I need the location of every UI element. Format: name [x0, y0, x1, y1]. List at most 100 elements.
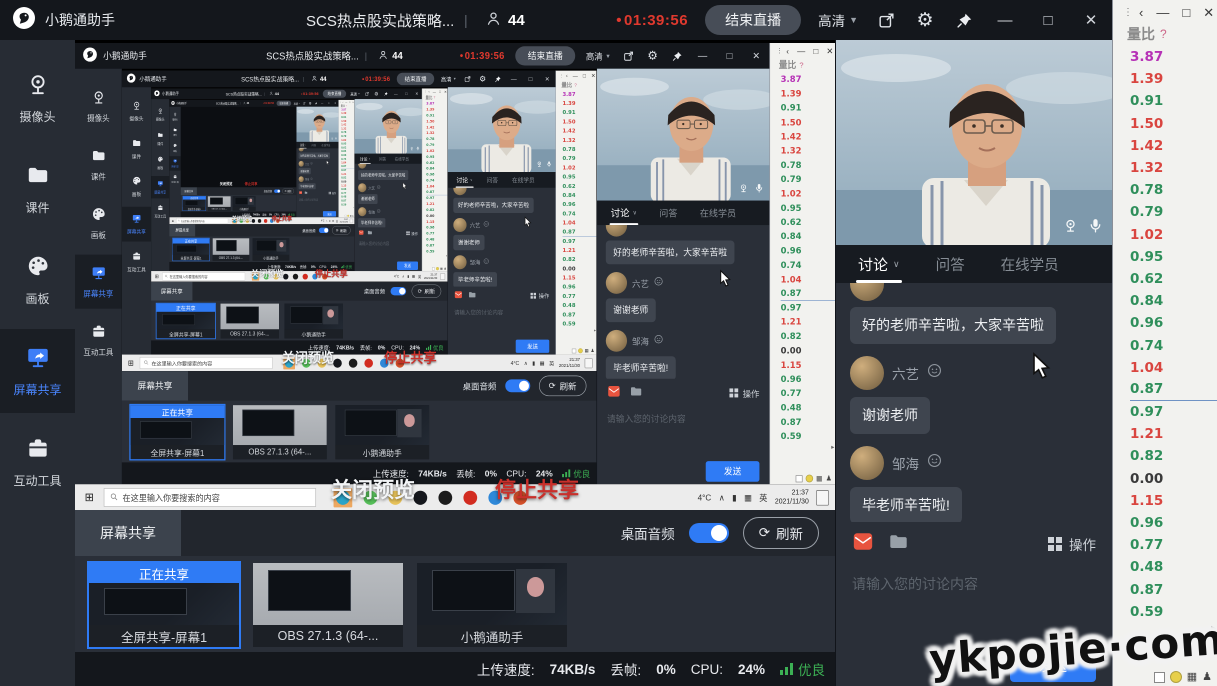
stock-row[interactable]: 0.96	[563, 282, 597, 291]
stock-minimize-button[interactable]: —	[433, 90, 436, 94]
help-icon[interactable]: ?	[434, 96, 436, 100]
folder-icon[interactable]	[888, 532, 909, 556]
stock-row[interactable]: 0.96	[1130, 312, 1217, 334]
maximize-button[interactable]: □	[403, 90, 409, 97]
quality-selector[interactable]: 高清 ▼	[818, 10, 858, 30]
sidebar-item-screen-share[interactable]: 屏幕共享	[75, 254, 122, 309]
camera-icon[interactable]	[410, 146, 414, 152]
close-button[interactable]: ✕	[414, 90, 420, 97]
stock-row[interactable]: 1.50	[563, 117, 597, 126]
stock-row[interactable]: 1.02	[563, 163, 597, 172]
share-icon[interactable]	[302, 101, 306, 105]
maximize-button[interactable]: □	[327, 101, 331, 105]
share-thumbnail-assistant[interactable]: 小鹅通助手	[284, 303, 343, 339]
tab-discussion[interactable]: 讨论 ∨	[858, 254, 900, 275]
stock-row[interactable]: 0.87	[781, 415, 835, 429]
stock-minimize-button[interactable]: —	[573, 73, 578, 79]
tab-screen-share[interactable]: 屏幕共享	[75, 510, 181, 556]
stock-row[interactable]: 1.32	[1130, 157, 1217, 179]
stock-maximize-button[interactable]: □	[439, 90, 441, 94]
tab-discussion[interactable]: 讨论 ∨	[300, 143, 306, 147]
stock-maximize-button[interactable]: □	[813, 46, 818, 56]
sidebar-item-whiteboard[interactable]: 画板	[122, 169, 151, 204]
end-live-button[interactable]: 结束直播	[396, 72, 435, 86]
pin-icon[interactable]	[383, 91, 388, 97]
stock-row[interactable]: 0.77	[781, 387, 835, 401]
quality-selector[interactable]: 高清 ▼	[294, 102, 300, 105]
stock-row[interactable]: 0.78	[1130, 179, 1217, 201]
folder-icon[interactable]	[630, 385, 643, 400]
refresh-button[interactable]: ⟳ 刷新	[282, 188, 294, 194]
stock-row[interactable]: 1.39	[1130, 68, 1217, 90]
share-thumbnail-obs[interactable]: OBS 27.1.3 (64-...	[220, 303, 279, 339]
settings-gear-icon[interactable]: ⚙	[914, 9, 936, 31]
stock-row[interactable]: 1.15	[781, 358, 835, 372]
stock-row[interactable]: 1.21	[781, 315, 835, 329]
stock-row[interactable]: 0.96	[781, 372, 835, 386]
stock-row[interactable]: 1.42	[781, 130, 835, 144]
stock-row[interactable]: 3.87	[781, 73, 835, 87]
sidebar-item-courseware[interactable]: 课件	[169, 125, 180, 139]
share-thumbnail-assistant[interactable]: 小鹅通助手	[252, 238, 290, 261]
scroll-arrow-icon[interactable]: ▸	[831, 444, 834, 451]
stock-row[interactable]: 0.77	[1130, 534, 1217, 556]
desktop-audio-toggle[interactable]	[274, 189, 281, 193]
share-icon[interactable]	[463, 74, 472, 83]
coin-icon[interactable]	[1169, 671, 1182, 683]
minimize-button[interactable]: —	[694, 48, 710, 65]
sidebar-item-tools[interactable]: 互动工具	[75, 313, 122, 367]
desktop-audio-toggle[interactable]	[505, 379, 531, 393]
pin-icon[interactable]	[493, 74, 502, 83]
stock-row[interactable]: 0.84	[781, 230, 835, 244]
sidebar-item-camera[interactable]: 摄像头	[169, 109, 180, 123]
stock-maximize-button[interactable]: □	[583, 73, 586, 79]
settings-gear-icon[interactable]: ⚙	[374, 91, 379, 97]
sidebar-item-screen-share[interactable]: 屏幕共享	[169, 156, 181, 171]
stock-row[interactable]: 0.82	[781, 329, 835, 343]
stock-row[interactable]: 0.82	[1130, 445, 1217, 467]
sidebar-item-courseware[interactable]: 课件	[0, 147, 75, 231]
minimize-button[interactable]: —	[393, 90, 399, 97]
stock-row[interactable]: 0.95	[781, 201, 835, 215]
back-icon[interactable]: ‹	[343, 101, 344, 104]
stock-row[interactable]: 0.79	[1130, 201, 1217, 223]
actions-button[interactable]: 操作	[729, 386, 759, 399]
stock-maximize-button[interactable]: □	[349, 101, 350, 104]
smiley-icon[interactable]	[310, 177, 313, 180]
settings-gear-icon[interactable]: ⚙	[646, 49, 660, 63]
sidebar-item-camera[interactable]: 摄像头	[75, 79, 122, 133]
end-live-button[interactable]: 结束直播	[705, 5, 802, 35]
stock-row[interactable]: 0.97	[1130, 401, 1217, 423]
stock-row[interactable]: 1.42	[1130, 135, 1217, 157]
minimize-button[interactable]: —	[509, 74, 519, 85]
stock-row[interactable]: 0.74	[1130, 334, 1217, 356]
end-live-button[interactable]: 结束直播	[276, 100, 292, 106]
share-icon[interactable]	[364, 91, 369, 97]
tab-discussion[interactable]: 讨论 ∨	[360, 156, 370, 162]
stock-row[interactable]: 0.74	[563, 209, 597, 218]
stock-row[interactable]: 1.39	[781, 87, 835, 101]
tab-screen-share[interactable]: 屏幕共享	[151, 281, 193, 301]
quality-selector[interactable]: 高清 ▼	[586, 49, 611, 62]
camera-icon[interactable]	[1062, 217, 1079, 239]
maximize-button[interactable]: □	[721, 48, 737, 65]
pin-icon[interactable]	[953, 9, 975, 31]
tab-qa[interactable]: 问答	[936, 254, 965, 275]
tab-screen-share[interactable]: 屏幕共享	[169, 224, 196, 237]
sidebar-item-whiteboard[interactable]: 画板	[151, 152, 169, 174]
folder-icon[interactable]	[367, 230, 372, 236]
tab-online-students[interactable]: 在线学员	[395, 156, 409, 162]
stock-minimize-button[interactable]: —	[797, 46, 805, 56]
smiley-icon[interactable]	[377, 185, 381, 190]
stock-row[interactable]: 0.00	[781, 344, 835, 358]
folder-icon[interactable]	[304, 191, 308, 195]
help-icon[interactable]: ?	[346, 105, 347, 107]
tab-discussion[interactable]: 讨论 ∨	[611, 206, 637, 220]
help-icon[interactable]: ?	[799, 60, 803, 69]
close-preview-button[interactable]: 关闭预览	[232, 215, 252, 223]
pin-icon[interactable]	[314, 101, 317, 105]
maximize-button[interactable]: □	[525, 74, 535, 85]
close-button[interactable]: ✕	[333, 101, 337, 105]
stock-row[interactable]: 0.95	[1130, 246, 1217, 268]
stock-row[interactable]: 0.87	[563, 310, 597, 319]
